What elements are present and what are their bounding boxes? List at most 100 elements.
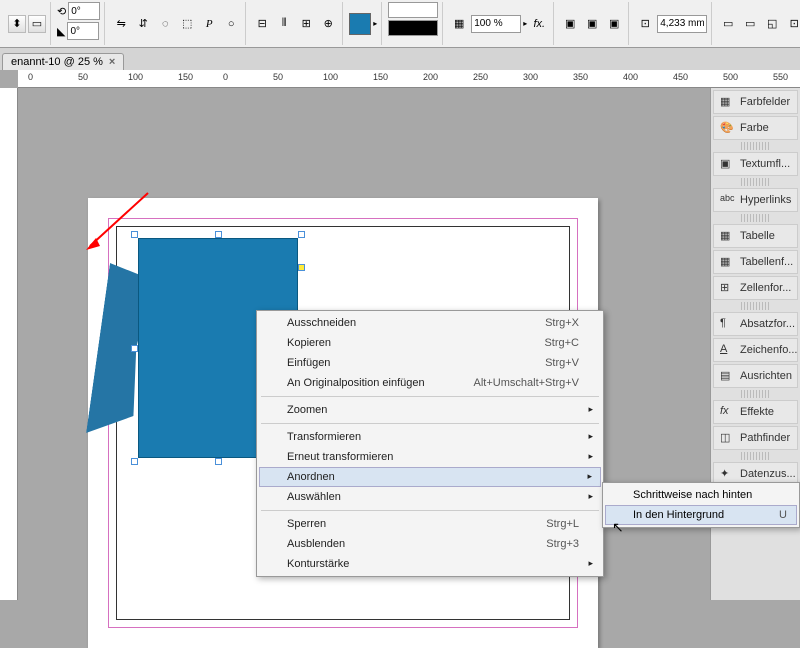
- ctx-transform[interactable]: Transformieren: [259, 427, 601, 447]
- close-tab-icon[interactable]: ×: [109, 56, 115, 68]
- table-icon: ▦: [720, 229, 734, 243]
- panel-hyperlinks[interactable]: abcHyperlinks: [713, 188, 798, 212]
- ruler-tick: 550: [773, 72, 788, 82]
- sub-send-backward[interactable]: Schrittweise nach hinten: [605, 485, 797, 505]
- panel-table[interactable]: ▦Tabelle: [713, 224, 798, 248]
- panel-grip[interactable]: [741, 214, 770, 222]
- panel-paraformat[interactable]: ¶Absatzfor...: [713, 312, 798, 336]
- zoom-input[interactable]: [471, 15, 521, 33]
- textwrap-icon: ▣: [720, 157, 734, 171]
- rotation-input-2[interactable]: [67, 22, 99, 40]
- horizontal-ruler: 0 50 100 150 0 50 100 150 200 250 300 35…: [18, 70, 800, 88]
- shear-icon: ◣: [57, 25, 65, 38]
- char-icon: A: [720, 343, 734, 357]
- crop-icon[interactable]: ⊡: [635, 14, 655, 34]
- panel-pathfinder[interactable]: ◫Pathfinder: [713, 426, 798, 450]
- fx-icon[interactable]: fx.: [529, 14, 549, 34]
- align-icon: ▤: [720, 369, 734, 383]
- main-toolbar: ⬍ ▭ ⟲ ◣ ⇋ ⇵ ◌ ⬚ P ○ ⊟ ⫴ ⊞ ⊕ ▸ ▦ ▸ fx.: [0, 0, 800, 48]
- ruler-tick: 150: [373, 72, 388, 82]
- ctx-copy[interactable]: KopierenStrg+C: [259, 333, 601, 353]
- wrap-right-icon[interactable]: ▣: [582, 14, 602, 34]
- panel-grip[interactable]: [741, 390, 770, 398]
- cellformat-icon: ⊞: [720, 281, 734, 295]
- text-tool-icon[interactable]: P: [199, 14, 219, 34]
- ruler-tick: 500: [723, 72, 738, 82]
- tableformat-icon: ▦: [720, 255, 734, 269]
- distribute-icon[interactable]: ⫴: [274, 14, 294, 34]
- panel-grip[interactable]: [741, 178, 770, 186]
- align-h-icon[interactable]: ⊟: [252, 14, 272, 34]
- stroke-style-select[interactable]: [388, 2, 438, 18]
- panel-charformat[interactable]: AZeichenfo...: [713, 338, 798, 362]
- ctx-separator: [261, 510, 599, 511]
- fx-panel-icon: fx: [720, 405, 734, 419]
- stroke-color-select[interactable]: [388, 20, 438, 36]
- fill-color-swatch[interactable]: [349, 13, 371, 35]
- ruler-tick: 100: [128, 72, 143, 82]
- panel-align[interactable]: ▤Ausrichten: [713, 364, 798, 388]
- paragraph-icon: ¶: [720, 317, 734, 331]
- ctx-hide[interactable]: AusblendenStrg+3: [259, 534, 601, 554]
- wrap-left-icon[interactable]: ▣: [560, 14, 580, 34]
- ruler-tick: 150: [178, 72, 193, 82]
- ctx-paste-in-place[interactable]: An Originalposition einfügenAlt+Umschalt…: [259, 373, 601, 393]
- stroke-width-input[interactable]: [657, 15, 707, 33]
- center-icon[interactable]: ⊕: [318, 14, 338, 34]
- panel-swatches[interactable]: ▦Farbfelder: [713, 90, 798, 114]
- ruler-tick: 100: [323, 72, 338, 82]
- fit-frame-icon[interactable]: ▭: [718, 14, 738, 34]
- panel-cellformat[interactable]: ⊞Zellenfor...: [713, 276, 798, 300]
- ellipse-icon[interactable]: ○: [221, 14, 241, 34]
- annotation-arrow: [78, 188, 158, 258]
- ruler-tick: 50: [78, 72, 88, 82]
- ctx-arrange[interactable]: Anordnen: [259, 467, 601, 487]
- ctx-lock[interactable]: SperrenStrg+L: [259, 514, 601, 534]
- stroke-weight-icon[interactable]: ⬍: [8, 15, 26, 33]
- ruler-tick: 50: [273, 72, 283, 82]
- sub-send-to-back[interactable]: In den HintergrundU: [605, 505, 797, 525]
- pathfinder-icon: ◫: [720, 431, 734, 445]
- swatches-icon: ▦: [720, 95, 734, 109]
- panel-grip[interactable]: [741, 452, 770, 460]
- rotation-input-1[interactable]: [68, 2, 100, 20]
- select-container-icon[interactable]: ⬚: [177, 14, 197, 34]
- ruler-tick: 450: [673, 72, 688, 82]
- panel-grip[interactable]: [741, 302, 770, 310]
- arrange-submenu: Schrittweise nach hinten In den Hintergr…: [602, 482, 800, 528]
- fill-dropdown-icon[interactable]: ▸: [373, 19, 377, 28]
- panel-grip[interactable]: [741, 142, 770, 150]
- stroke-type-icon[interactable]: ▭: [28, 15, 46, 33]
- dashed-circle-icon[interactable]: ◌: [155, 14, 175, 34]
- flip-h-icon[interactable]: ⇋: [111, 14, 131, 34]
- ruler-tick: 200: [423, 72, 438, 82]
- fit-content-icon[interactable]: ▭: [740, 14, 760, 34]
- ruler-tick: 300: [523, 72, 538, 82]
- document-tab-bar: enannt-10 @ 25 % ×: [0, 48, 800, 70]
- panel-effects[interactable]: fxEffekte: [713, 400, 798, 424]
- link-icon: abc: [720, 193, 734, 207]
- ctx-retransform[interactable]: Erneut transformieren: [259, 447, 601, 467]
- vertical-ruler: [0, 88, 18, 600]
- panel-tableformat[interactable]: ▦Tabellenf...: [713, 250, 798, 274]
- zoom-dropdown-icon[interactable]: ▸: [523, 19, 527, 28]
- ctx-paste[interactable]: EinfügenStrg+V: [259, 353, 601, 373]
- ctx-separator: [261, 423, 599, 424]
- wrap-both-icon[interactable]: ▣: [604, 14, 624, 34]
- ruler-tick: 250: [473, 72, 488, 82]
- document-tab[interactable]: enannt-10 @ 25 % ×: [2, 53, 124, 70]
- context-menu: AusschneidenStrg+X KopierenStrg+C Einfüg…: [256, 310, 604, 577]
- panel-color[interactable]: 🎨Farbe: [713, 116, 798, 140]
- flip-v-icon[interactable]: ⇵: [133, 14, 153, 34]
- ctx-cut[interactable]: AusschneidenStrg+X: [259, 313, 601, 333]
- rotate-icon: ⟲: [57, 5, 66, 18]
- center-content-icon[interactable]: ⊡: [784, 14, 800, 34]
- ctx-select[interactable]: Auswählen: [259, 487, 601, 507]
- ctx-zoom[interactable]: Zoomen: [259, 400, 601, 420]
- align-v-icon[interactable]: ⊞: [296, 14, 316, 34]
- ctx-stroke-weight[interactable]: Konturstärke: [259, 554, 601, 574]
- corner-icon[interactable]: ◱: [762, 14, 782, 34]
- ruler-tick: 0: [223, 72, 228, 82]
- effects-icon[interactable]: ▦: [449, 14, 469, 34]
- panel-textwrap[interactable]: ▣Textumfl...: [713, 152, 798, 176]
